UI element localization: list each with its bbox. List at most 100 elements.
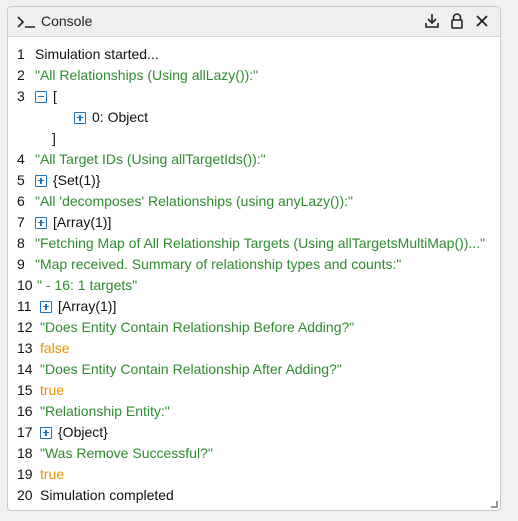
log-value: Simulation started... <box>35 46 159 62</box>
resize-grip-icon[interactable] <box>491 501 498 508</box>
log-string: " - 16: 1 targets" <box>37 277 138 293</box>
console-line: 5 {Set(1)} <box>8 170 500 191</box>
line-number: 8 <box>17 235 25 251</box>
log-string: "All 'decomposes' Relationships (using a… <box>35 193 353 209</box>
line-content: "Does Entity Contain Relationship Before… <box>40 317 354 338</box>
line-number: 7 <box>17 214 25 230</box>
line-content: "All 'decomposes' Relationships (using a… <box>35 191 353 212</box>
line-number: 9 <box>17 256 25 272</box>
line-content: [Array(1)] <box>35 212 111 233</box>
expand-icon[interactable] <box>40 300 52 313</box>
log-value[interactable]: [Array(1)] <box>53 212 111 233</box>
log-value[interactable]: [Array(1)] <box>58 296 116 317</box>
line-number: 16 <box>17 403 33 419</box>
line-content: 0: Object <box>74 107 148 128</box>
line-number: 6 <box>17 193 25 209</box>
line-number: 3 <box>17 88 25 104</box>
expand-icon[interactable] <box>74 111 86 124</box>
log-string: "Does Entity Contain Relationship Before… <box>40 319 355 335</box>
console-line: 7 [Array(1)] <box>8 212 500 233</box>
line-content: " - 16: 1 targets" <box>37 275 137 296</box>
line-number: 17 <box>17 424 33 440</box>
line-content: "Map received. Summary of relationship t… <box>35 254 401 275</box>
line-number: 2 <box>17 67 25 83</box>
line-content: Simulation started... <box>35 44 159 65</box>
line-content: [Array(1)] <box>40 296 116 317</box>
log-string: "All Target IDs (Using allTargetIds()):" <box>35 151 266 167</box>
line-number: 10 <box>17 277 33 293</box>
console-line: 10 " - 16: 1 targets" <box>8 275 500 296</box>
log-string: "Fetching Map of All Relationship Target… <box>35 235 486 251</box>
console-line: 3[ <box>8 86 500 107</box>
line-number: 19 <box>17 466 33 482</box>
console-line: 1 Simulation started... <box>8 44 500 65</box>
lock-icon[interactable] <box>449 12 465 30</box>
log-boolean: false <box>40 340 70 356</box>
log-string: "Relationship Entity:" <box>40 403 170 419</box>
console-line: 12 "Does Entity Contain Relationship Befo… <box>8 317 500 338</box>
console-line: 13 false <box>8 338 500 359</box>
console-panel: Console 1 Simulation started... 2 "All R… <box>7 6 501 511</box>
console-output: 1 Simulation started... 2 "All Relationship… <box>8 37 500 506</box>
line-content: "All Target IDs (Using allTargetIds()):" <box>35 149 266 170</box>
line-content: "Relationship Entity:" <box>40 401 170 422</box>
log-value[interactable]: 0: Object <box>92 107 148 128</box>
console-header: Console <box>8 7 500 37</box>
line-content: true <box>40 464 64 485</box>
close-icon[interactable] <box>474 12 490 30</box>
console-line: 9 "Map received. Summary of relationship … <box>8 254 500 275</box>
log-string: "Was Remove Successful?" <box>40 445 213 461</box>
line-content: [ <box>35 86 57 107</box>
log-string: "Does Entity Contain Relationship After … <box>40 361 342 377</box>
line-content: {Object} <box>40 422 108 443</box>
log-string: "All Relationships (Using allLazy()):" <box>35 67 259 83</box>
log-boolean: true <box>40 382 65 398</box>
line-content: "Does Entity Contain Relationship After … <box>40 359 342 380</box>
line-number: 18 <box>17 445 33 461</box>
console-line: 15 true <box>8 380 500 401</box>
line-number: 13 <box>17 340 33 356</box>
log-value[interactable]: {Set(1)} <box>53 170 100 191</box>
line-content: Simulation completed <box>40 485 174 506</box>
console-line: 20 Simulation completed <box>8 485 500 506</box>
console-line: 17 {Object} <box>8 422 500 443</box>
console-line: 16 "Relationship Entity:" <box>8 401 500 422</box>
console-line: 14 "Does Entity Contain Relationship Afte… <box>8 359 500 380</box>
console-line: 4 "All Target IDs (Using allTargetIds()):… <box>8 149 500 170</box>
line-content: "Fetching Map of All Relationship Target… <box>35 233 485 254</box>
console-line: 6 "All 'decomposes' Relationships (using … <box>8 191 500 212</box>
line-content: "Was Remove Successful?" <box>40 443 213 464</box>
line-content: {Set(1)} <box>35 170 100 191</box>
terminal-prompt-icon <box>17 16 35 28</box>
log-value: ] <box>52 130 56 146</box>
line-number: 11 <box>17 298 32 314</box>
line-number: 20 <box>17 487 33 503</box>
console-line: 18 "Was Remove Successful?" <box>8 443 500 464</box>
log-boolean: true <box>40 466 65 482</box>
header-actions <box>424 12 490 30</box>
expand-icon[interactable] <box>40 426 52 439</box>
expand-icon[interactable] <box>35 216 47 229</box>
collapse-icon[interactable] <box>35 90 47 103</box>
line-content: false <box>40 338 70 359</box>
console-line: 19 true <box>8 464 500 485</box>
log-value[interactable]: {Object} <box>58 422 108 443</box>
line-number: 12 <box>17 319 33 335</box>
console-line: 0: Object <box>8 107 500 128</box>
line-number: 1 <box>17 46 25 62</box>
log-value: Simulation completed <box>40 487 174 503</box>
log-value[interactable]: [ <box>53 86 57 107</box>
line-number: 14 <box>17 361 33 377</box>
line-content: true <box>40 380 64 401</box>
line-content: "All Relationships (Using allLazy()):" <box>35 65 258 86</box>
console-line: 2 "All Relationships (Using allLazy()):" <box>8 65 500 86</box>
line-number: 4 <box>17 151 25 167</box>
line-content: ] <box>52 128 56 149</box>
expand-icon[interactable] <box>35 174 47 187</box>
line-number: 5 <box>17 172 25 188</box>
console-line: ] <box>8 128 500 149</box>
line-number: 15 <box>17 382 33 398</box>
download-icon[interactable] <box>424 12 440 30</box>
console-line: 8 "Fetching Map of All Relationship Targe… <box>8 233 500 254</box>
console-title: Console <box>41 13 93 29</box>
